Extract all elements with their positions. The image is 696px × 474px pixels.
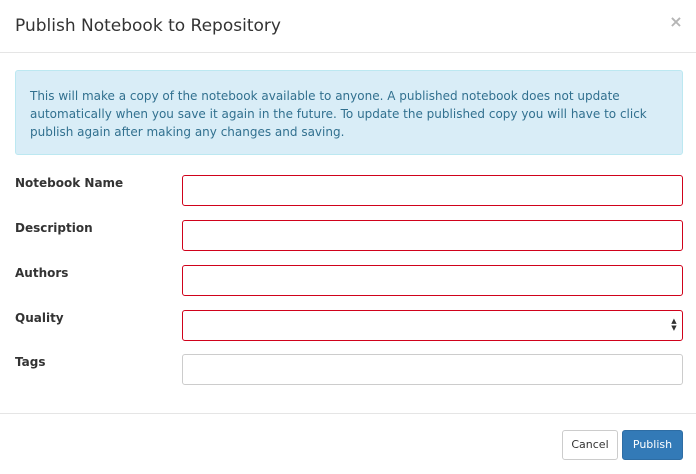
tags-input[interactable] [182, 354, 683, 385]
modal-footer: Cancel Publish [0, 413, 696, 474]
form-row-quality: Quality ▲ ▼ [15, 310, 683, 341]
form-row-authors: Authors [15, 265, 683, 296]
tags-label: Tags [15, 355, 46, 369]
quality-label: Quality [15, 311, 64, 325]
form-row-description: Description [15, 220, 683, 251]
notebook-name-label: Notebook Name [15, 176, 124, 190]
form-row-notebook-name: Notebook Name [15, 175, 683, 206]
publish-button[interactable]: Publish [622, 430, 683, 460]
quality-select-wrapper: ▲ ▼ [182, 310, 683, 341]
authors-input[interactable] [182, 265, 683, 296]
form-row-tags: Tags [15, 354, 683, 385]
close-icon[interactable]: × [668, 12, 684, 32]
modal-header: Publish Notebook to Repository × [0, 0, 696, 53]
notebook-name-input[interactable] [182, 175, 683, 206]
authors-label: Authors [15, 266, 69, 280]
publish-modal: Publish Notebook to Repository × This wi… [0, 0, 696, 474]
cancel-button[interactable]: Cancel [562, 430, 618, 460]
info-alert: This will make a copy of the notebook av… [15, 70, 683, 155]
modal-title: Publish Notebook to Repository [15, 16, 281, 36]
description-input[interactable] [182, 220, 683, 251]
description-label: Description [15, 221, 93, 235]
quality-select[interactable] [182, 310, 683, 341]
